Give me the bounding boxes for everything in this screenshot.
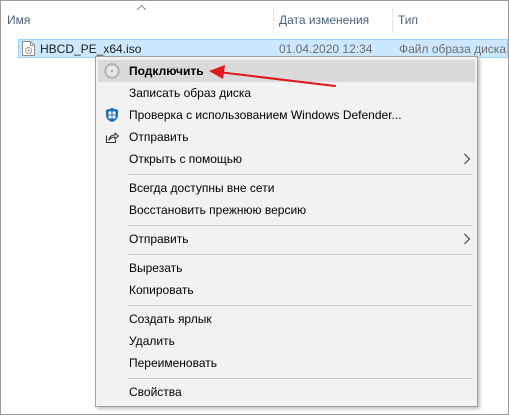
menu-item-label: Записать образ диска [129,86,252,100]
menu-item-label: Удалить [129,334,175,348]
menu-item-label: Восстановить прежнюю версию [129,203,307,217]
windows-defender-icon [106,108,118,122]
file-type: Файл образа диска [399,42,506,56]
menu-separator [128,254,472,255]
iso-file-icon [22,41,35,56]
menu-item-scan-defender[interactable]: Проверка с использованием Windows Defend… [98,104,475,126]
menu-item-label: Переименовать [129,356,217,370]
menu-item-copy[interactable]: Копировать [98,279,475,301]
menu-item-label: Подключить [129,64,204,78]
menu-item-label: Всегда доступны вне сети [129,181,275,195]
column-divider[interactable] [273,7,274,33]
menu-item-delete[interactable]: Удалить [98,330,475,352]
menu-separator [128,174,472,175]
menu-item-label: Открыть с помощью [129,152,243,166]
menu-item-label: Отправить [129,130,189,144]
menu-item-label: Копировать [129,283,194,297]
menu-item-label: Проверка с использованием Windows Defend… [129,108,402,122]
menu-item-rename[interactable]: Переименовать [98,352,475,374]
file-name[interactable]: HBCD_PE_x64.iso [40,42,141,56]
chevron-right-icon [464,233,471,245]
menu-item-always-offline[interactable]: Всегда доступны вне сети [98,177,475,199]
context-menu: Подключить Записать образ диска Проверка… [95,56,478,407]
menu-item-properties[interactable]: Свойства [98,381,475,403]
menu-item-share[interactable]: Отправить [98,126,475,148]
menu-item-label: Свойства [129,385,182,399]
menu-item-cut[interactable]: Вырезать [98,257,475,279]
menu-separator [128,225,472,226]
sort-ascending-icon [136,4,147,11]
column-header-date[interactable]: Дата изменения [279,13,369,27]
menu-item-label: Отправить [129,232,189,246]
column-header-name[interactable]: Имя [7,13,30,27]
column-header-type[interactable]: Тип [398,13,418,27]
share-icon [105,132,120,144]
file-date-modified: 01.04.2020 12:34 [279,42,373,56]
menu-item-label: Вырезать [129,261,183,275]
column-header-bar: Имя Дата изменения Тип [1,1,508,35]
menu-separator [128,305,472,306]
menu-separator [128,378,472,379]
menu-item-label: Создать ярлык [129,312,212,326]
disc-icon [104,63,120,79]
menu-item-restore-previous[interactable]: Восстановить прежнюю версию [98,199,475,221]
menu-item-send-to[interactable]: Отправить [98,228,475,250]
chevron-right-icon [464,153,471,165]
menu-item-mount[interactable]: Подключить [98,60,475,82]
menu-item-burn-disc-image[interactable]: Записать образ диска [98,82,475,104]
column-divider[interactable] [392,7,393,33]
menu-item-open-with[interactable]: Открыть с помощью [98,148,475,170]
explorer-window: Имя Дата изменения Тип HBCD_PE_x64.iso 0… [0,0,509,415]
menu-item-create-shortcut[interactable]: Создать ярлык [98,308,475,330]
